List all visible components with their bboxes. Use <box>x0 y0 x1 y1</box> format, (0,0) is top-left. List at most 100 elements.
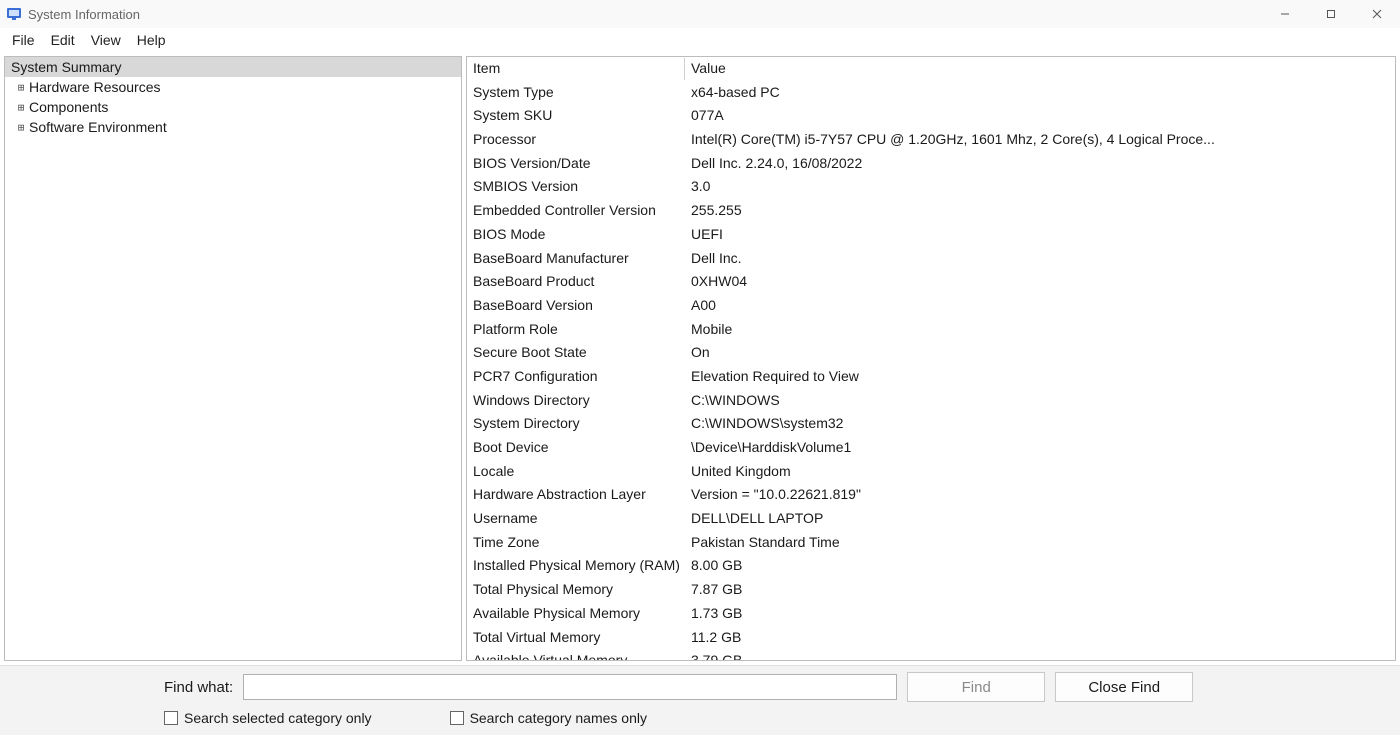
close-find-button[interactable]: Close Find <box>1055 672 1193 702</box>
cell-value: Dell Inc. 2.24.0, 16/08/2022 <box>685 153 1395 175</box>
list-row[interactable]: BaseBoard Product0XHW04 <box>467 270 1395 294</box>
tree-label: Components <box>29 99 108 115</box>
cell-item: Windows Directory <box>467 390 685 412</box>
cell-item: BaseBoard Product <box>467 271 685 293</box>
cell-value: A00 <box>685 295 1395 317</box>
cell-value: 11.2 GB <box>685 627 1395 649</box>
list-row[interactable]: Hardware Abstraction LayerVersion = "10.… <box>467 483 1395 507</box>
col-header-value[interactable]: Value <box>685 58 1395 80</box>
cell-value: UEFI <box>685 224 1395 246</box>
list-row[interactable]: Installed Physical Memory (RAM)8.00 GB <box>467 554 1395 578</box>
cell-value: 0XHW04 <box>685 271 1395 293</box>
list-row[interactable]: UsernameDELL\DELL LAPTOP <box>467 507 1395 531</box>
cell-item: Username <box>467 508 685 530</box>
cell-value: On <box>685 342 1395 364</box>
main-split: System Summary ⊞ Hardware Resources ⊞ Co… <box>0 52 1400 665</box>
cell-item: Processor <box>467 129 685 151</box>
cell-value: 3.0 <box>685 176 1395 198</box>
list-row[interactable]: Secure Boot StateOn <box>467 341 1395 365</box>
cell-value: 077A <box>685 105 1395 127</box>
expand-icon[interactable]: ⊞ <box>15 101 27 114</box>
maximize-button[interactable] <box>1308 0 1354 28</box>
cell-value: C:\WINDOWS\system32 <box>685 413 1395 435</box>
cell-item: PCR7 Configuration <box>467 366 685 388</box>
list-row[interactable]: Available Physical Memory1.73 GB <box>467 602 1395 626</box>
tree-label: Software Environment <box>29 119 167 135</box>
cell-item: SMBIOS Version <box>467 176 685 198</box>
cell-value: 3.79 GB <box>685 650 1395 660</box>
cell-value: Pakistan Standard Time <box>685 532 1395 554</box>
list-row[interactable]: BIOS ModeUEFI <box>467 223 1395 247</box>
list-header[interactable]: Item Value <box>467 57 1395 81</box>
list-row[interactable]: Platform RoleMobile <box>467 318 1395 342</box>
find-button[interactable]: Find <box>907 672 1045 702</box>
list-row[interactable]: Embedded Controller Version255.255 <box>467 199 1395 223</box>
details-list: Item Value System Typex64-based PCSystem… <box>466 56 1396 661</box>
list-row[interactable]: Windows DirectoryC:\WINDOWS <box>467 389 1395 413</box>
cell-item: Time Zone <box>467 532 685 554</box>
close-button[interactable] <box>1354 0 1400 28</box>
list-row[interactable]: System Typex64-based PC <box>467 81 1395 105</box>
menu-file[interactable]: File <box>4 30 43 50</box>
menu-help[interactable]: Help <box>129 30 174 50</box>
category-tree[interactable]: System Summary ⊞ Hardware Resources ⊞ Co… <box>4 56 462 661</box>
cell-item: Embedded Controller Version <box>467 200 685 222</box>
cell-item: System SKU <box>467 105 685 127</box>
cell-item: Total Virtual Memory <box>467 627 685 649</box>
list-row[interactable]: Total Physical Memory7.87 GB <box>467 578 1395 602</box>
cell-value: Mobile <box>685 319 1395 341</box>
cell-item: Hardware Abstraction Layer <box>467 484 685 506</box>
list-row[interactable]: System DirectoryC:\WINDOWS\system32 <box>467 412 1395 436</box>
cell-value: DELL\DELL LAPTOP <box>685 508 1395 530</box>
cell-value: \Device\HarddiskVolume1 <box>685 437 1395 459</box>
cell-value: United Kingdom <box>685 461 1395 483</box>
tree-node-hardware-resources[interactable]: ⊞ Hardware Resources <box>5 77 461 97</box>
find-input[interactable] <box>243 674 897 700</box>
cell-value: Dell Inc. <box>685 248 1395 270</box>
list-row[interactable]: Time ZonePakistan Standard Time <box>467 531 1395 555</box>
cell-item: Platform Role <box>467 319 685 341</box>
list-row[interactable]: ProcessorIntel(R) Core(TM) i5-7Y57 CPU @… <box>467 128 1395 152</box>
list-row[interactable]: LocaleUnited Kingdom <box>467 460 1395 484</box>
expand-icon[interactable]: ⊞ <box>15 121 27 134</box>
list-row[interactable]: BIOS Version/DateDell Inc. 2.24.0, 16/08… <box>467 152 1395 176</box>
cell-value: 8.00 GB <box>685 555 1395 577</box>
menu-bar: File Edit View Help <box>0 28 1400 52</box>
tree-node-components[interactable]: ⊞ Components <box>5 97 461 117</box>
cell-item: System Directory <box>467 413 685 435</box>
menu-edit[interactable]: Edit <box>43 30 83 50</box>
cell-value: 7.87 GB <box>685 579 1395 601</box>
cell-item: BIOS Mode <box>467 224 685 246</box>
checkbox-category-names[interactable]: Search category names only <box>450 710 647 726</box>
checkbox-icon <box>450 711 464 725</box>
cell-value: Version = "10.0.22621.819" <box>685 484 1395 506</box>
tree-label: System Summary <box>11 59 121 75</box>
cell-value: 1.73 GB <box>685 603 1395 625</box>
list-row[interactable]: SMBIOS Version3.0 <box>467 175 1395 199</box>
find-label: Find what: <box>164 679 233 696</box>
list-row[interactable]: Boot Device\Device\HarddiskVolume1 <box>467 436 1395 460</box>
cell-item: BaseBoard Version <box>467 295 685 317</box>
list-row[interactable]: PCR7 ConfigurationElevation Required to … <box>467 365 1395 389</box>
tree-label: Hardware Resources <box>29 79 161 95</box>
cell-item: Installed Physical Memory (RAM) <box>467 555 685 577</box>
details-scroll[interactable]: Item Value System Typex64-based PCSystem… <box>467 57 1395 660</box>
tree-node-system-summary[interactable]: System Summary <box>5 57 461 77</box>
checkbox-selected-category[interactable]: Search selected category only <box>164 710 372 726</box>
list-row[interactable]: Available Virtual Memory3.79 GB <box>467 649 1395 660</box>
tree-node-software-environment[interactable]: ⊞ Software Environment <box>5 117 461 137</box>
col-header-item[interactable]: Item <box>467 58 685 80</box>
checkbox-label: Search category names only <box>470 710 647 726</box>
expand-icon[interactable]: ⊞ <box>15 81 27 94</box>
list-row[interactable]: Total Virtual Memory11.2 GB <box>467 626 1395 650</box>
list-row[interactable]: BaseBoard ManufacturerDell Inc. <box>467 247 1395 271</box>
list-row[interactable]: System SKU077A <box>467 104 1395 128</box>
cell-item: System Type <box>467 82 685 104</box>
checkbox-label: Search selected category only <box>184 710 372 726</box>
window-controls <box>1262 0 1400 28</box>
menu-view[interactable]: View <box>83 30 129 50</box>
list-row[interactable]: BaseBoard VersionA00 <box>467 294 1395 318</box>
minimize-button[interactable] <box>1262 0 1308 28</box>
cell-item: BaseBoard Manufacturer <box>467 248 685 270</box>
cell-value: Intel(R) Core(TM) i5-7Y57 CPU @ 1.20GHz,… <box>685 129 1395 151</box>
